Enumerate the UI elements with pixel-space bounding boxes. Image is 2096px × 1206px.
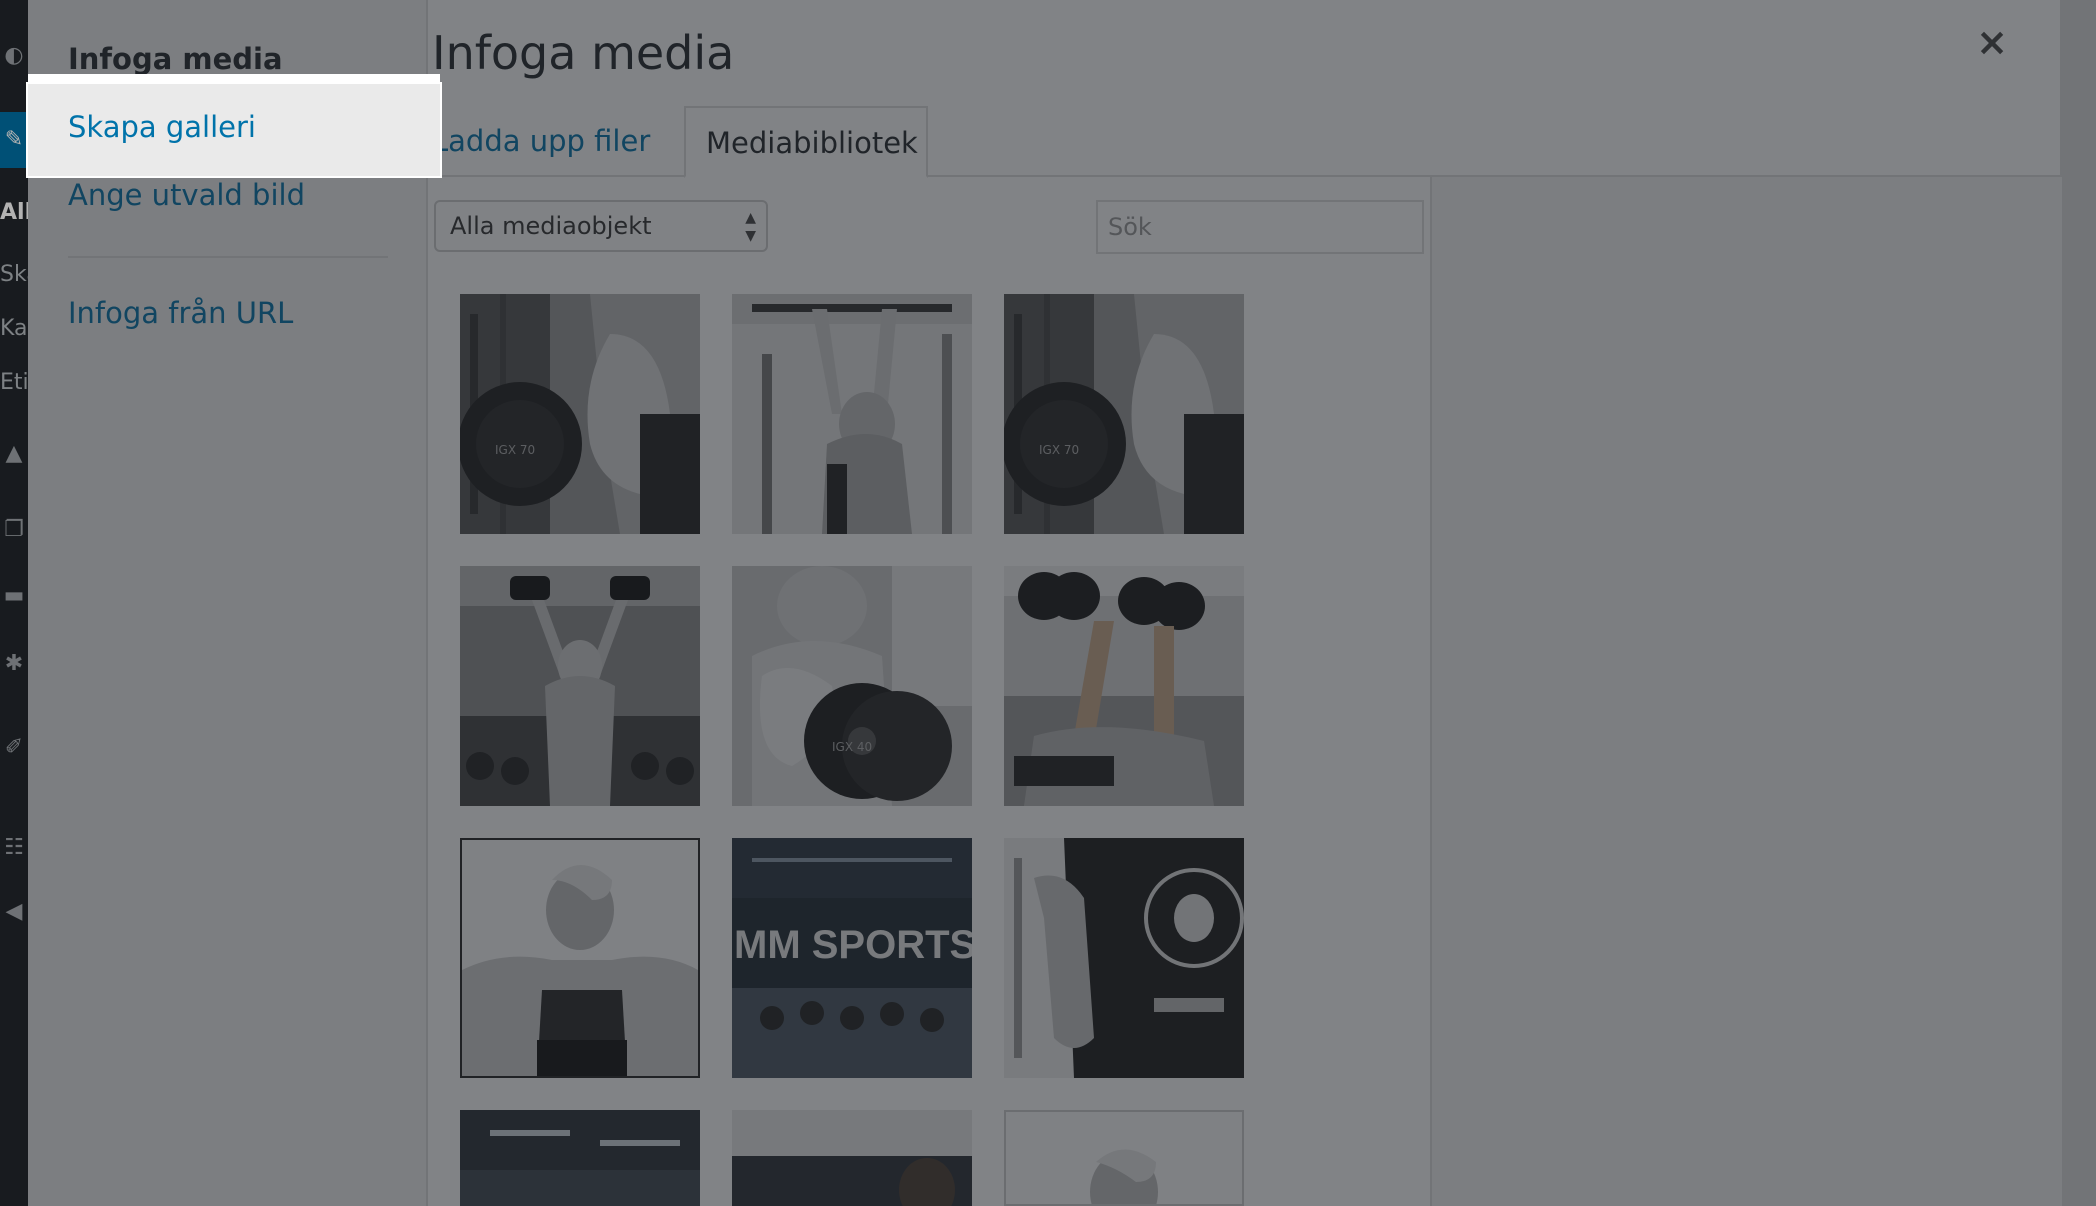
dumbbell-label: IGX 40	[832, 740, 872, 754]
menu-item-insert-from-url[interactable]: Infoga från URL	[68, 296, 293, 330]
menu-separator	[68, 256, 388, 258]
tab-upload-files[interactable]: Ladda upp filer	[412, 106, 670, 176]
menu-item-featured-image[interactable]: Ange utvald bild	[68, 178, 305, 212]
media-thumbnail[interactable]: MM SPORTS	[732, 838, 972, 1078]
tools-icon[interactable]: ✐	[0, 734, 28, 762]
media-thumbnail[interactable]: IGX 70	[460, 294, 700, 534]
media-thumbnail[interactable]: IGX 70	[1004, 294, 1244, 534]
admin-sidebar: ◐ ✎ All Ska Kat Etik ▲ ❐ ▬ ✱ ✐ ☷ ◀	[0, 0, 28, 1206]
tab-media-library[interactable]: Mediabibliotek	[684, 106, 928, 178]
dumbbell-label: IGX 70	[1039, 443, 1079, 457]
comments-icon[interactable]: ▬	[0, 582, 28, 610]
banner-text: MM SPORTS	[734, 923, 972, 967]
media-icon[interactable]: ▲	[0, 440, 28, 468]
pin-icon[interactable]: ✎	[0, 126, 28, 154]
admin-sidebar-item-create[interactable]: Ska	[0, 262, 28, 287]
media-search-input[interactable]	[1096, 200, 1424, 254]
media-thumbnail[interactable]	[1004, 838, 1244, 1078]
media-thumbnail[interactable]	[732, 1110, 972, 1206]
menu-item-create-gallery-highlighted[interactable]: Skapa galleri	[68, 110, 256, 144]
media-thumbnail[interactable]	[1004, 566, 1244, 806]
dashboard-icon[interactable]: ◐	[0, 42, 28, 70]
media-thumbnail[interactable]: IGX 40	[732, 566, 972, 806]
media-thumbnail[interactable]	[732, 294, 972, 534]
media-menu: Infoga media Skapa galleri Ange utvald b…	[28, 0, 428, 1206]
admin-sidebar-item-tags[interactable]: Etik	[0, 370, 28, 395]
media-thumbnail[interactable]	[1004, 1110, 1244, 1206]
modal-title: Infoga media	[432, 26, 735, 80]
media-filter-select[interactable]: Alla mediaobjekt ▲ ▼	[434, 200, 768, 252]
media-thumbnail[interactable]	[460, 566, 700, 806]
media-thumbnail[interactable]	[460, 1110, 700, 1206]
media-filter-selected-value: Alla mediaobjekt	[450, 212, 652, 240]
dumbbell-label: IGX 70	[495, 443, 535, 457]
background-page-edge	[2060, 0, 2096, 1206]
settings-icon[interactable]: ✱	[0, 650, 28, 678]
select-arrows-icon: ▲ ▼	[745, 210, 756, 244]
menu-heading-insert-media[interactable]: Infoga media	[68, 42, 283, 76]
media-thumbnail[interactable]	[460, 838, 700, 1078]
collapse-icon[interactable]: ◀	[0, 898, 28, 926]
pages-icon[interactable]: ❐	[0, 516, 28, 544]
admin-sidebar-item-all[interactable]: All	[0, 200, 28, 225]
users-icon[interactable]: ☷	[0, 834, 28, 862]
admin-sidebar-item-categories[interactable]: Kat	[0, 316, 28, 341]
attachment-details-panel	[1430, 177, 2062, 1206]
close-icon[interactable]: ×	[1968, 18, 2016, 66]
